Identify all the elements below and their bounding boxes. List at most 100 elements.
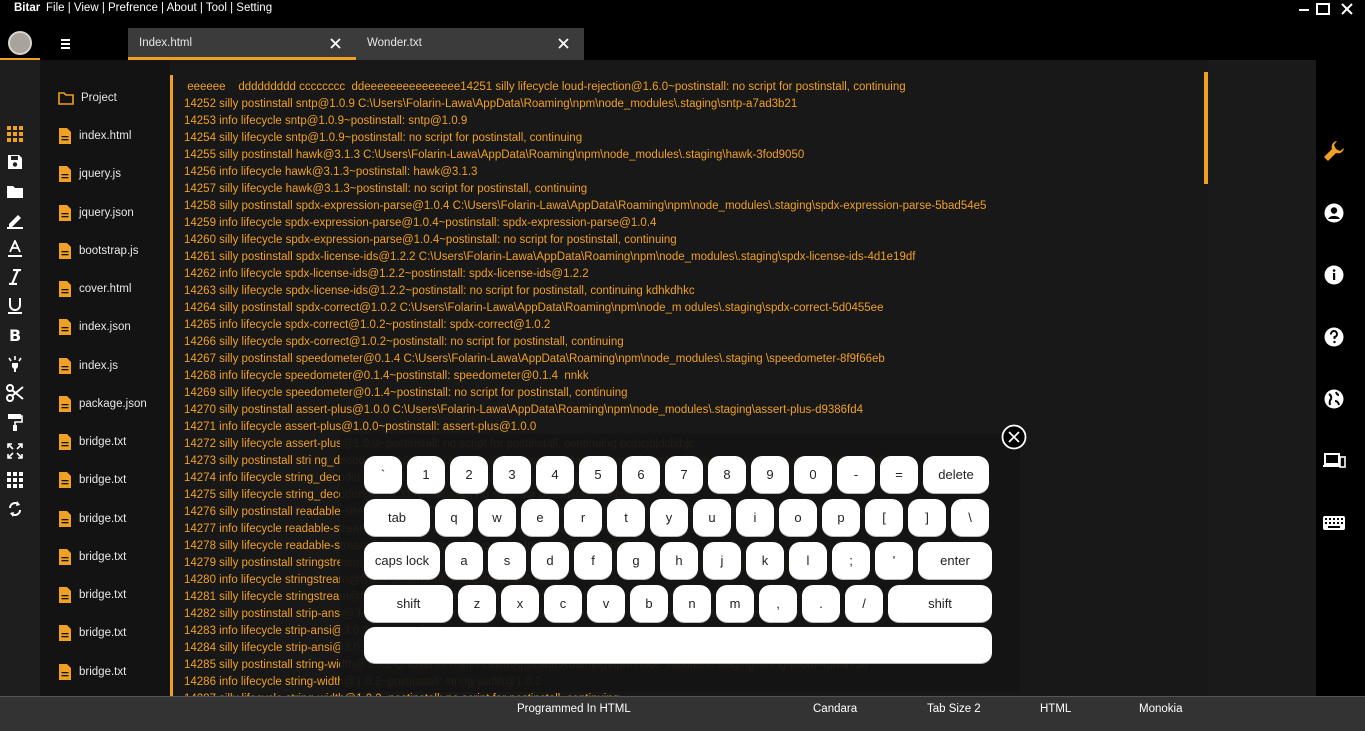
key[interactable]: - [837, 456, 875, 493]
tree-item-file[interactable]: bridge.txt [58, 662, 126, 682]
keyboard-close-button[interactable] [1001, 424, 1027, 450]
key[interactable]: delete [923, 456, 989, 493]
sync-icon[interactable] [5, 499, 25, 519]
close-tab-icon[interactable] [557, 37, 570, 50]
key[interactable]: d [531, 542, 569, 579]
key[interactable]: u [693, 499, 731, 536]
close-window-button[interactable] [1338, 1, 1356, 17]
hamburger-menu-icon[interactable] [58, 36, 72, 50]
key[interactable]: b [630, 585, 668, 622]
key[interactable]: [ [865, 499, 903, 536]
key[interactable]: v [587, 585, 625, 622]
key[interactable]: q [435, 499, 473, 536]
underline-icon[interactable] [5, 296, 25, 316]
wrench-icon[interactable] [1322, 139, 1346, 163]
key[interactable]: e [521, 499, 559, 536]
tree-item-file[interactable]: bridge.txt [58, 585, 126, 605]
tree-item-file[interactable]: bridge.txt [58, 432, 126, 452]
key[interactable]: a [445, 542, 483, 579]
key[interactable]: tab [364, 499, 430, 536]
key[interactable]: , [759, 585, 797, 622]
paint-roller-icon[interactable] [5, 412, 25, 432]
info-icon[interactable] [1322, 263, 1346, 287]
text-color-icon[interactable] [5, 239, 25, 259]
tree-item-file[interactable]: cover.html [58, 279, 131, 299]
tree-item-file[interactable]: jquery.json [58, 203, 134, 223]
key[interactable]: j [703, 542, 741, 579]
key[interactable]: ` [364, 456, 402, 493]
status-language[interactable]: HTML [1040, 703, 1071, 715]
help-icon[interactable] [1322, 325, 1346, 349]
keyboard-icon[interactable] [1322, 511, 1346, 535]
tree-item-file[interactable]: bridge.txt [58, 623, 126, 643]
key[interactable]: w [478, 499, 516, 536]
key[interactable]: 6 [622, 456, 660, 493]
key[interactable]: ; [832, 542, 870, 579]
key[interactable]: y [650, 499, 688, 536]
key[interactable]: shift [888, 585, 992, 622]
key[interactable]: 8 [708, 456, 746, 493]
tab-index-html[interactable]: Index.html [128, 28, 356, 60]
key[interactable]: \ [951, 499, 989, 536]
maximize-button[interactable] [1314, 1, 1332, 17]
key[interactable]: x [501, 585, 539, 622]
key[interactable]: 7 [665, 456, 703, 493]
key[interactable]: . [802, 585, 840, 622]
key[interactable]: 2 [450, 456, 488, 493]
key[interactable]: 0 [794, 456, 832, 493]
key[interactable]: t [607, 499, 645, 536]
key[interactable]: ' [875, 542, 913, 579]
key[interactable]: c [544, 585, 582, 622]
key[interactable]: / [845, 585, 883, 622]
scissors-icon[interactable] [5, 383, 25, 403]
key[interactable]: caps lock [364, 542, 440, 579]
folder-icon[interactable] [5, 181, 25, 201]
highlighter-icon[interactable] [5, 354, 25, 374]
key[interactable]: shift [364, 585, 453, 622]
key[interactable]: enter [918, 542, 992, 579]
status-tab-size[interactable]: Tab Size 2 [927, 703, 981, 715]
key[interactable]: s [488, 542, 526, 579]
globe-icon[interactable] [1322, 387, 1346, 411]
key[interactable]: l [789, 542, 827, 579]
save-icon[interactable] [5, 152, 25, 172]
key[interactable]: g [617, 542, 655, 579]
status-font[interactable]: Candara [813, 703, 857, 715]
tree-item-file[interactable]: jquery.js [58, 164, 121, 184]
key[interactable]: o [779, 499, 817, 536]
tab-wonder-txt[interactable]: Wonder.txt [356, 28, 584, 60]
user-icon[interactable] [1322, 201, 1346, 225]
pen-icon[interactable] [5, 210, 25, 230]
tree-item-file[interactable]: index.json [58, 317, 131, 337]
devices-icon[interactable] [1322, 449, 1346, 473]
minimize-button[interactable] [1295, 1, 1313, 17]
key-space[interactable] [364, 627, 992, 663]
key[interactable]: = [880, 456, 918, 493]
tree-item-file[interactable]: index.html [58, 126, 131, 146]
expand-icon[interactable] [5, 441, 25, 461]
apps-icon[interactable] [5, 470, 25, 490]
key[interactable]: 9 [751, 456, 789, 493]
grid-icon[interactable] [5, 124, 25, 144]
italic-icon[interactable] [5, 267, 25, 287]
close-tab-icon[interactable] [329, 37, 342, 50]
tree-item-file[interactable]: bridge.txt [58, 509, 126, 529]
key[interactable]: i [736, 499, 774, 536]
key[interactable]: h [660, 542, 698, 579]
key[interactable]: m [716, 585, 754, 622]
key[interactable]: ] [908, 499, 946, 536]
bold-icon[interactable]: B [5, 325, 25, 345]
key[interactable]: z [458, 585, 496, 622]
key[interactable]: r [564, 499, 602, 536]
avatar[interactable] [8, 31, 32, 55]
tree-item-file[interactable]: package.json [58, 394, 147, 414]
tree-item-file[interactable]: bootstrap.js [58, 241, 138, 261]
key[interactable]: p [822, 499, 860, 536]
key[interactable]: 1 [407, 456, 445, 493]
tree-item-file[interactable]: index.js [58, 356, 118, 376]
tree-item-file[interactable]: bridge.txt [58, 470, 126, 490]
tree-item-file[interactable]: bridge.txt [58, 547, 126, 567]
menu-bar[interactable]: File | View | Prefrence | About | Tool |… [46, 2, 272, 14]
key[interactable]: 4 [536, 456, 574, 493]
key[interactable]: 3 [493, 456, 531, 493]
